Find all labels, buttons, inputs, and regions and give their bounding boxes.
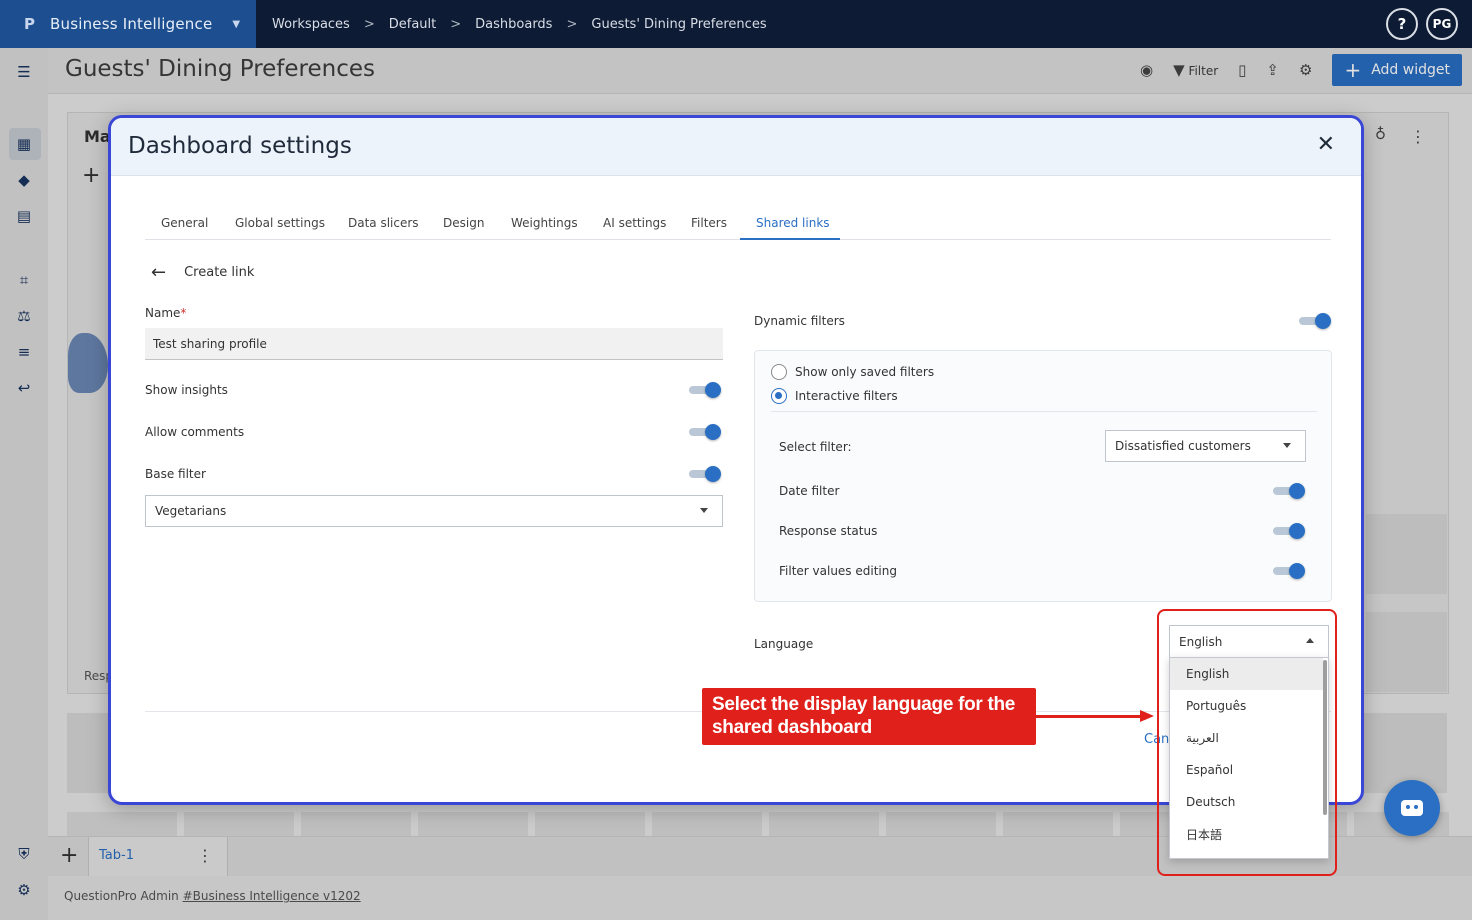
divider	[771, 411, 1317, 412]
tab-shared-links[interactable]: Shared links	[756, 216, 830, 230]
name-label: Name*	[145, 306, 186, 320]
base-filter-value: Vegetarians	[155, 504, 227, 518]
chatbot-button[interactable]	[1384, 780, 1440, 836]
create-link-header: ← Create link	[151, 262, 254, 283]
tab-global-settings[interactable]: Global settings	[235, 216, 325, 230]
caret-down-icon	[700, 508, 708, 513]
annotation-arrow-line	[1036, 715, 1142, 718]
breadcrumb-default[interactable]: Default	[389, 17, 437, 32]
toggle-knob	[705, 382, 721, 398]
toggle-knob	[705, 466, 721, 482]
robot-icon	[1401, 800, 1423, 816]
breadcrumb: Workspaces > Default > Dashboards > Gues…	[272, 0, 767, 48]
show-insights-toggle[interactable]	[689, 382, 721, 398]
user-avatar[interactable]: PG	[1426, 8, 1458, 40]
tab-filters[interactable]: Filters	[691, 216, 727, 230]
toggle-knob	[1289, 563, 1305, 579]
allow-comments-label: Allow comments	[145, 425, 245, 439]
toggle-knob	[1289, 523, 1305, 539]
caret-down-icon	[1283, 443, 1291, 448]
allow-comments-toggle[interactable]	[689, 424, 721, 440]
date-filter-toggle[interactable]	[1273, 483, 1305, 499]
toggle-knob	[705, 424, 721, 440]
tab-data-slicers[interactable]: Data slicers	[348, 216, 419, 230]
base-filter-toggle[interactable]	[689, 466, 721, 482]
close-icon[interactable]: ✕	[1317, 132, 1335, 157]
tab-design[interactable]: Design	[443, 216, 484, 230]
response-status-toggle[interactable]	[1273, 523, 1305, 539]
modal-header: Dashboard settings ✕	[111, 118, 1361, 176]
back-arrow-icon[interactable]: ←	[151, 262, 166, 283]
dynamic-filters-panel: Show only saved filters Interactive filt…	[754, 350, 1332, 602]
filter-values-editing-label: Filter values editing	[779, 564, 897, 578]
dynamic-filters-toggle[interactable]	[1299, 313, 1331, 329]
filter-values-editing-toggle[interactable]	[1273, 563, 1305, 579]
show-insights-label: Show insights	[145, 383, 228, 397]
active-tab-indicator	[740, 238, 840, 240]
caret-down-icon: ▼	[232, 18, 241, 30]
breadcrumb-dashboards[interactable]: Dashboards	[475, 17, 552, 32]
annotation-highlight-box	[1157, 609, 1337, 876]
breadcrumb-current-dashboard: Guests' Dining Preferences	[591, 16, 767, 32]
top-navigation-bar: P Business Intelligence ▼ Workspaces > D…	[0, 0, 1472, 48]
radio-show-saved-filters[interactable]	[771, 364, 787, 380]
questionpro-logo-icon: P	[24, 15, 35, 33]
select-filter-dropdown[interactable]: Dissatisfied customers	[1105, 430, 1306, 462]
tab-ai-settings[interactable]: AI settings	[603, 216, 666, 230]
toggle-knob	[1315, 313, 1331, 329]
date-filter-label: Date filter	[779, 484, 840, 498]
tab-general[interactable]: General	[161, 216, 208, 230]
app-switcher[interactable]: P Business Intelligence ▼	[0, 0, 256, 48]
chevron-right-icon: >	[450, 16, 462, 32]
select-filter-value: Dissatisfied customers	[1115, 439, 1251, 453]
select-filter-label: Select filter:	[779, 440, 852, 454]
app-name: Business Intelligence	[50, 15, 213, 33]
modal-title: Dashboard settings	[128, 133, 352, 159]
settings-tabs: General Global settings Data slicers Des…	[145, 204, 1331, 240]
chevron-right-icon: >	[566, 16, 578, 32]
name-label-text: Name	[145, 306, 181, 320]
annotation-callout: Select the display language for the shar…	[702, 688, 1036, 745]
toggle-knob	[1289, 483, 1305, 499]
required-asterisk: *	[180, 306, 187, 320]
response-status-label: Response status	[779, 524, 878, 538]
radio-show-saved-filters-label: Show only saved filters	[795, 365, 935, 379]
link-name-input[interactable]	[145, 328, 723, 360]
help-button[interactable]: ?	[1386, 8, 1418, 40]
callout-line-2: shared dashboard	[712, 717, 872, 738]
callout-line-1: Select the display language for the	[712, 694, 1016, 715]
radio-interactive-filters[interactable]	[771, 388, 787, 404]
radio-interactive-filters-label: Interactive filters	[795, 389, 898, 403]
language-label: Language	[754, 637, 814, 651]
annotation-arrow-head-icon	[1140, 710, 1154, 722]
tab-weightings[interactable]: Weightings	[511, 216, 578, 230]
dynamic-filters-label: Dynamic filters	[754, 314, 845, 328]
create-link-title: Create link	[184, 265, 255, 280]
breadcrumb-workspaces[interactable]: Workspaces	[272, 17, 350, 32]
base-filter-select[interactable]: Vegetarians	[145, 495, 723, 527]
base-filter-label: Base filter	[145, 467, 206, 481]
chevron-right-icon: >	[363, 16, 375, 32]
